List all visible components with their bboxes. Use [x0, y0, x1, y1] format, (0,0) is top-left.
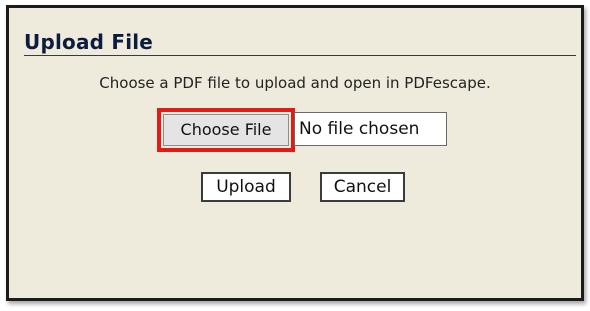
upload-instructions: Choose a PDF file to upload and open in …: [99, 74, 491, 92]
title-divider: [24, 55, 576, 56]
file-status-text: No file chosen: [294, 112, 447, 146]
file-input: Choose File No file chosen: [157, 108, 457, 152]
choose-file-button[interactable]: Choose File: [163, 114, 289, 146]
upload-file-dialog: Upload File Choose a PDF file to upload …: [6, 5, 584, 301]
cancel-button[interactable]: Cancel: [320, 172, 405, 202]
dialog-title: Upload File: [24, 30, 154, 54]
upload-button[interactable]: Upload: [201, 172, 291, 202]
